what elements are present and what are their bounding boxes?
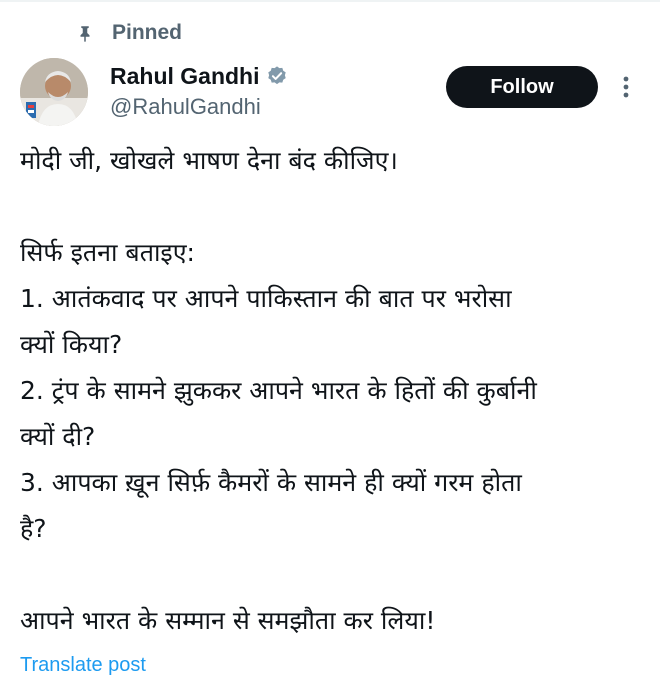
translate-post-link[interactable]: Translate post <box>20 654 146 677</box>
post-line: 1. आतंकवाद पर आपने पाकिस्तान की बात पर भ… <box>20 284 512 313</box>
verified-badge-icon[interactable] <box>266 65 288 87</box>
post-line: 2. ट्रंप के सामने झुककर आपने भारत के हित… <box>20 376 537 405</box>
pinned-label: Pinned <box>112 21 183 44</box>
post-line: है? <box>20 514 47 543</box>
post-blank-line <box>20 552 650 598</box>
avatar[interactable] <box>20 58 88 126</box>
post-line: सिर्फ इतना बताइए: <box>20 238 195 267</box>
post-line: आपने भारत के सम्मान से समझौता कर लिया! <box>20 606 436 635</box>
post-blank-line <box>20 184 650 230</box>
author-info: Rahul Gandhi @RahulGandhi <box>110 62 288 120</box>
follow-button[interactable]: Follow <box>446 66 598 108</box>
author-handle[interactable]: @RahulGandhi <box>110 94 288 120</box>
post-text: मोदी जी, खोखले भाषण देना बंद कीजिए। सिर्… <box>20 138 650 644</box>
post-line: मोदी जी, खोखले भाषण देना बंद कीजिए। <box>20 146 398 175</box>
post-line: क्यों दी? <box>20 422 96 451</box>
pinned-indicator: Pinned <box>76 20 182 46</box>
pin-icon <box>76 24 94 42</box>
post-line: 3. आपका ख़ून सिर्फ़ कैमरों के सामने ही क… <box>20 468 522 497</box>
post-line: क्यों किया? <box>20 330 123 359</box>
more-options-icon[interactable] <box>614 72 638 102</box>
author-display-name[interactable]: Rahul Gandhi <box>110 63 260 90</box>
top-divider <box>0 0 660 2</box>
